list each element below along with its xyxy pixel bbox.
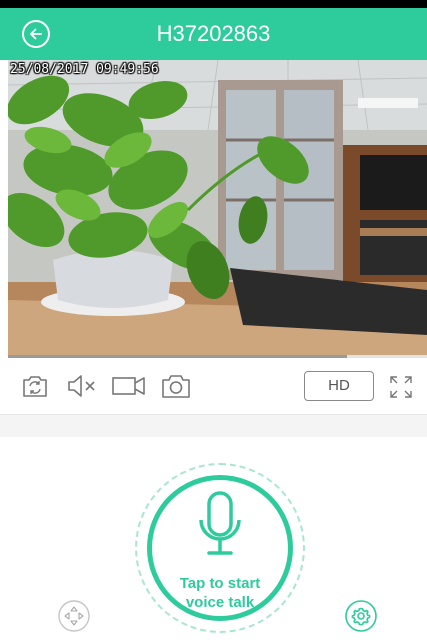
voice-talk-label-line2: voice talk <box>185 594 255 611</box>
video-frame-image <box>8 60 427 357</box>
section-separator <box>0 415 427 437</box>
camera-switch-icon <box>23 376 47 397</box>
ptz-control-button[interactable] <box>58 600 90 632</box>
camera-live-view-screen: H37202863 25/08/2017 09:49:56 HD Tap to … <box>0 0 427 644</box>
voice-talk-label-line1: Tap to start <box>179 575 261 592</box>
voice-talk-button[interactable]: Tap to start voice talk <box>147 475 293 621</box>
ptz-direction-icon <box>58 600 90 632</box>
snapshot-icon <box>162 375 190 398</box>
snapshot-button[interactable] <box>160 372 192 405</box>
playback-toolbar: HD <box>0 358 427 414</box>
fullscreen-icon <box>390 376 412 398</box>
settings-gear-icon <box>345 600 377 632</box>
record-video-button[interactable] <box>110 372 148 405</box>
title-bar: H37202863 <box>0 8 427 60</box>
voice-talk-label: Tap to start voice talk <box>152 574 288 612</box>
speaker-muted-icon <box>68 375 95 397</box>
hd-quality-button[interactable]: HD <box>304 371 374 401</box>
microphone-icon <box>199 491 241 555</box>
camera-settings-button[interactable] <box>345 600 377 632</box>
page-title: H37202863 <box>156 21 271 46</box>
status-bar <box>0 0 427 8</box>
camera-switch-button[interactable] <box>20 372 50 405</box>
fullscreen-button[interactable] <box>388 374 414 405</box>
live-video-feed[interactable]: 25/08/2017 09:49:56 <box>8 60 427 357</box>
video-record-icon <box>112 377 145 395</box>
video-timestamp: 25/08/2017 09:49:56 <box>10 62 159 77</box>
mute-button[interactable] <box>66 372 98 405</box>
